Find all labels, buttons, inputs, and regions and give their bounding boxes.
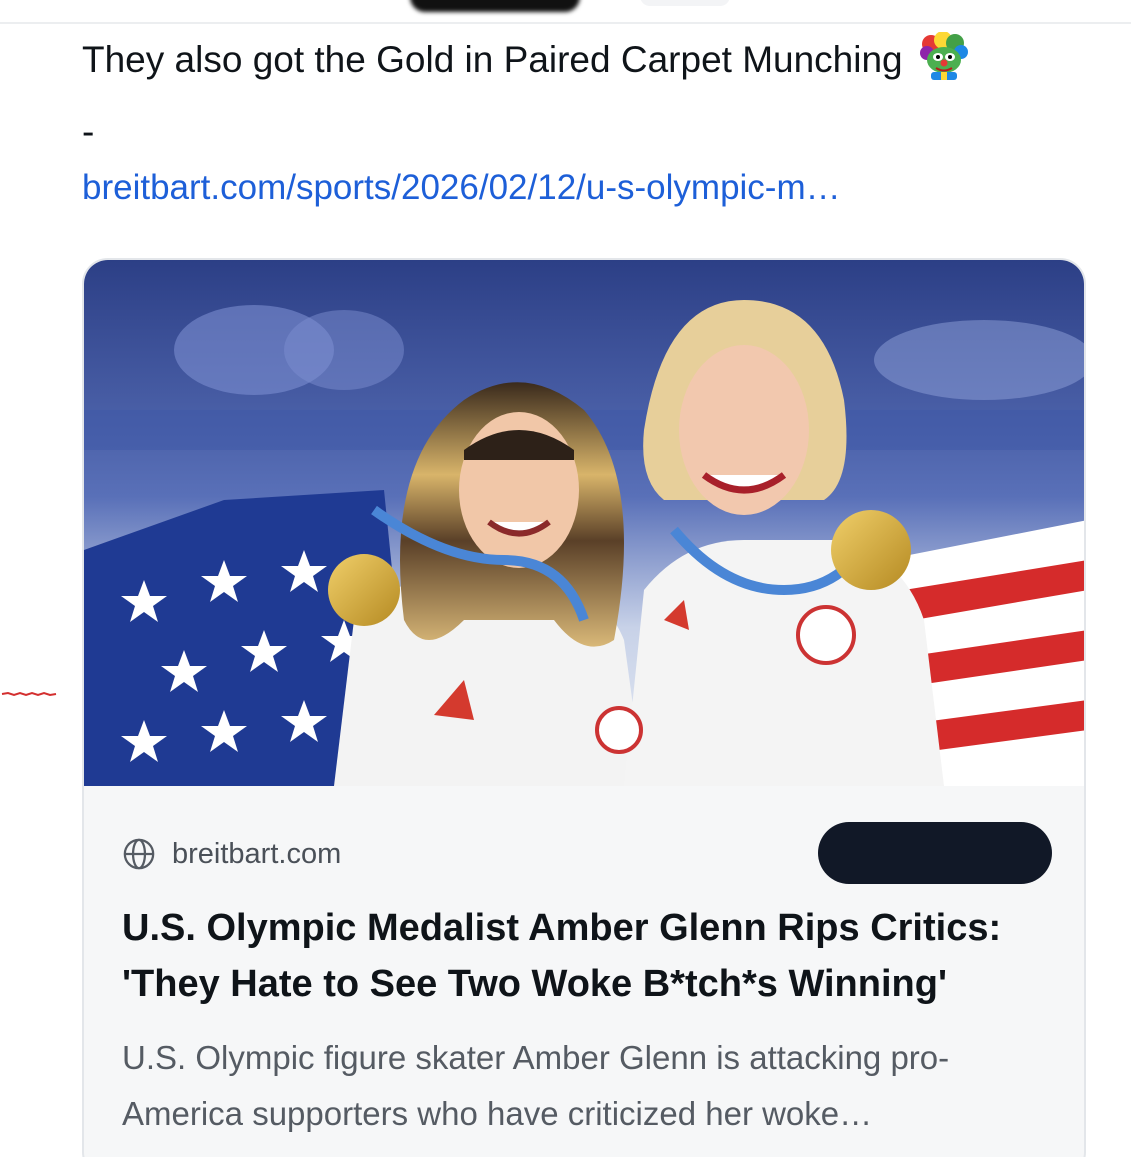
top-divider: [0, 22, 1131, 24]
post-text-content: They also got the Gold in Paired Carpet …: [82, 39, 903, 80]
post-text: They also got the Gold in Paired Carpet …: [82, 32, 969, 84]
post-page: They also got the Gold in Paired Carpet …: [0, 0, 1131, 1157]
clown-pepe-emoji-icon: [919, 32, 968, 80]
top-obscured-element: [410, 0, 580, 12]
top-pill: [640, 0, 730, 6]
globe-icon: [123, 838, 155, 870]
redacted-pill-button[interactable]: [818, 822, 1052, 884]
link-preview-card[interactable]: breitbart.com U.S. Olympic Medalist Ambe…: [82, 258, 1086, 1157]
article-link[interactable]: breitbart.com/sports/2026/02/12/u-s-olym…: [82, 164, 841, 212]
card-image[interactable]: [84, 260, 1086, 786]
separator-dash: -: [82, 111, 95, 152]
card-description: U.S. Olympic figure skater Amber Glenn i…: [122, 1039, 950, 1132]
source-domain: breitbart.com: [172, 837, 342, 870]
source-row: breitbart.com: [122, 834, 341, 874]
stray-red-marks: [1, 691, 57, 697]
card-headline[interactable]: U.S. Olympic Medalist Amber Glenn Rips C…: [122, 900, 1062, 1012]
